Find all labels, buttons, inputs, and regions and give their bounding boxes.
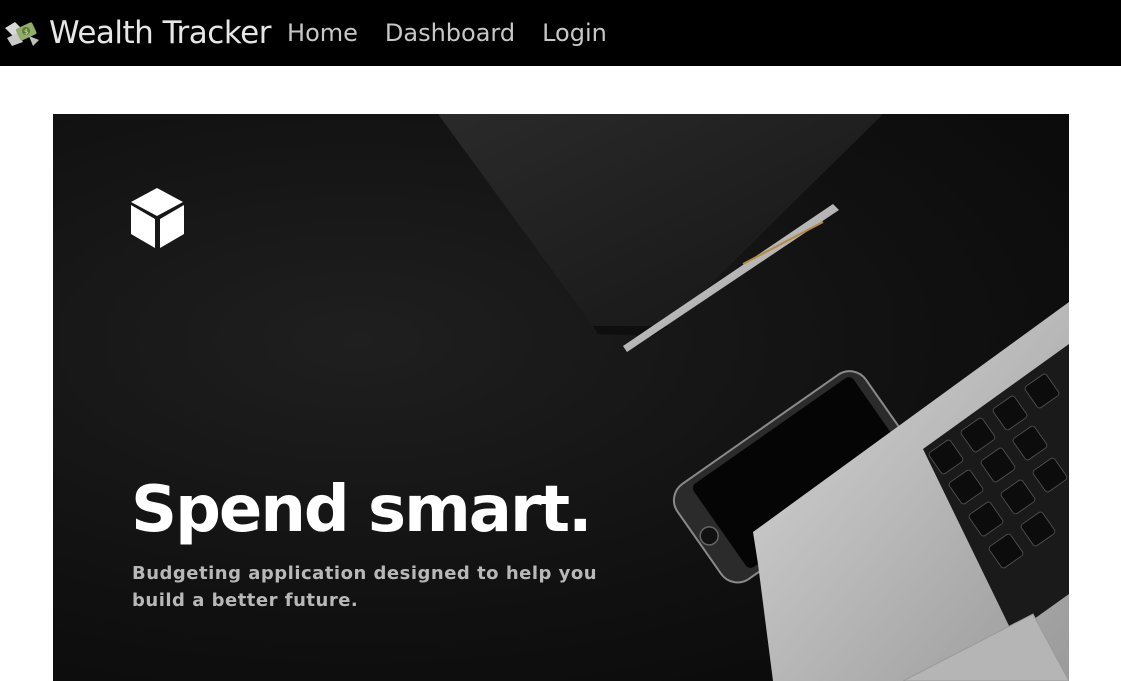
brand-link[interactable]: $ Wealth Tracker	[3, 15, 272, 51]
svg-text:$: $	[24, 28, 28, 36]
hero-banner: Spend smart. Budgeting application desig…	[53, 114, 1069, 681]
nav-link-home[interactable]: Home	[287, 19, 358, 47]
top-navbar: $ Wealth Tracker Home Dashboard Login	[0, 0, 1121, 66]
brand-title: Wealth Tracker	[49, 15, 272, 51]
nav-link-dashboard[interactable]: Dashboard	[385, 19, 515, 47]
cube-icon	[131, 188, 184, 248]
nav-links: Home Dashboard Login	[287, 19, 634, 47]
hero-subtitle: Budgeting application designed to help y…	[132, 563, 598, 611]
hero-headline: Spend smart.	[131, 473, 592, 547]
nav-link-login[interactable]: Login	[542, 19, 607, 47]
money-with-wings-icon: $	[5, 22, 39, 46]
